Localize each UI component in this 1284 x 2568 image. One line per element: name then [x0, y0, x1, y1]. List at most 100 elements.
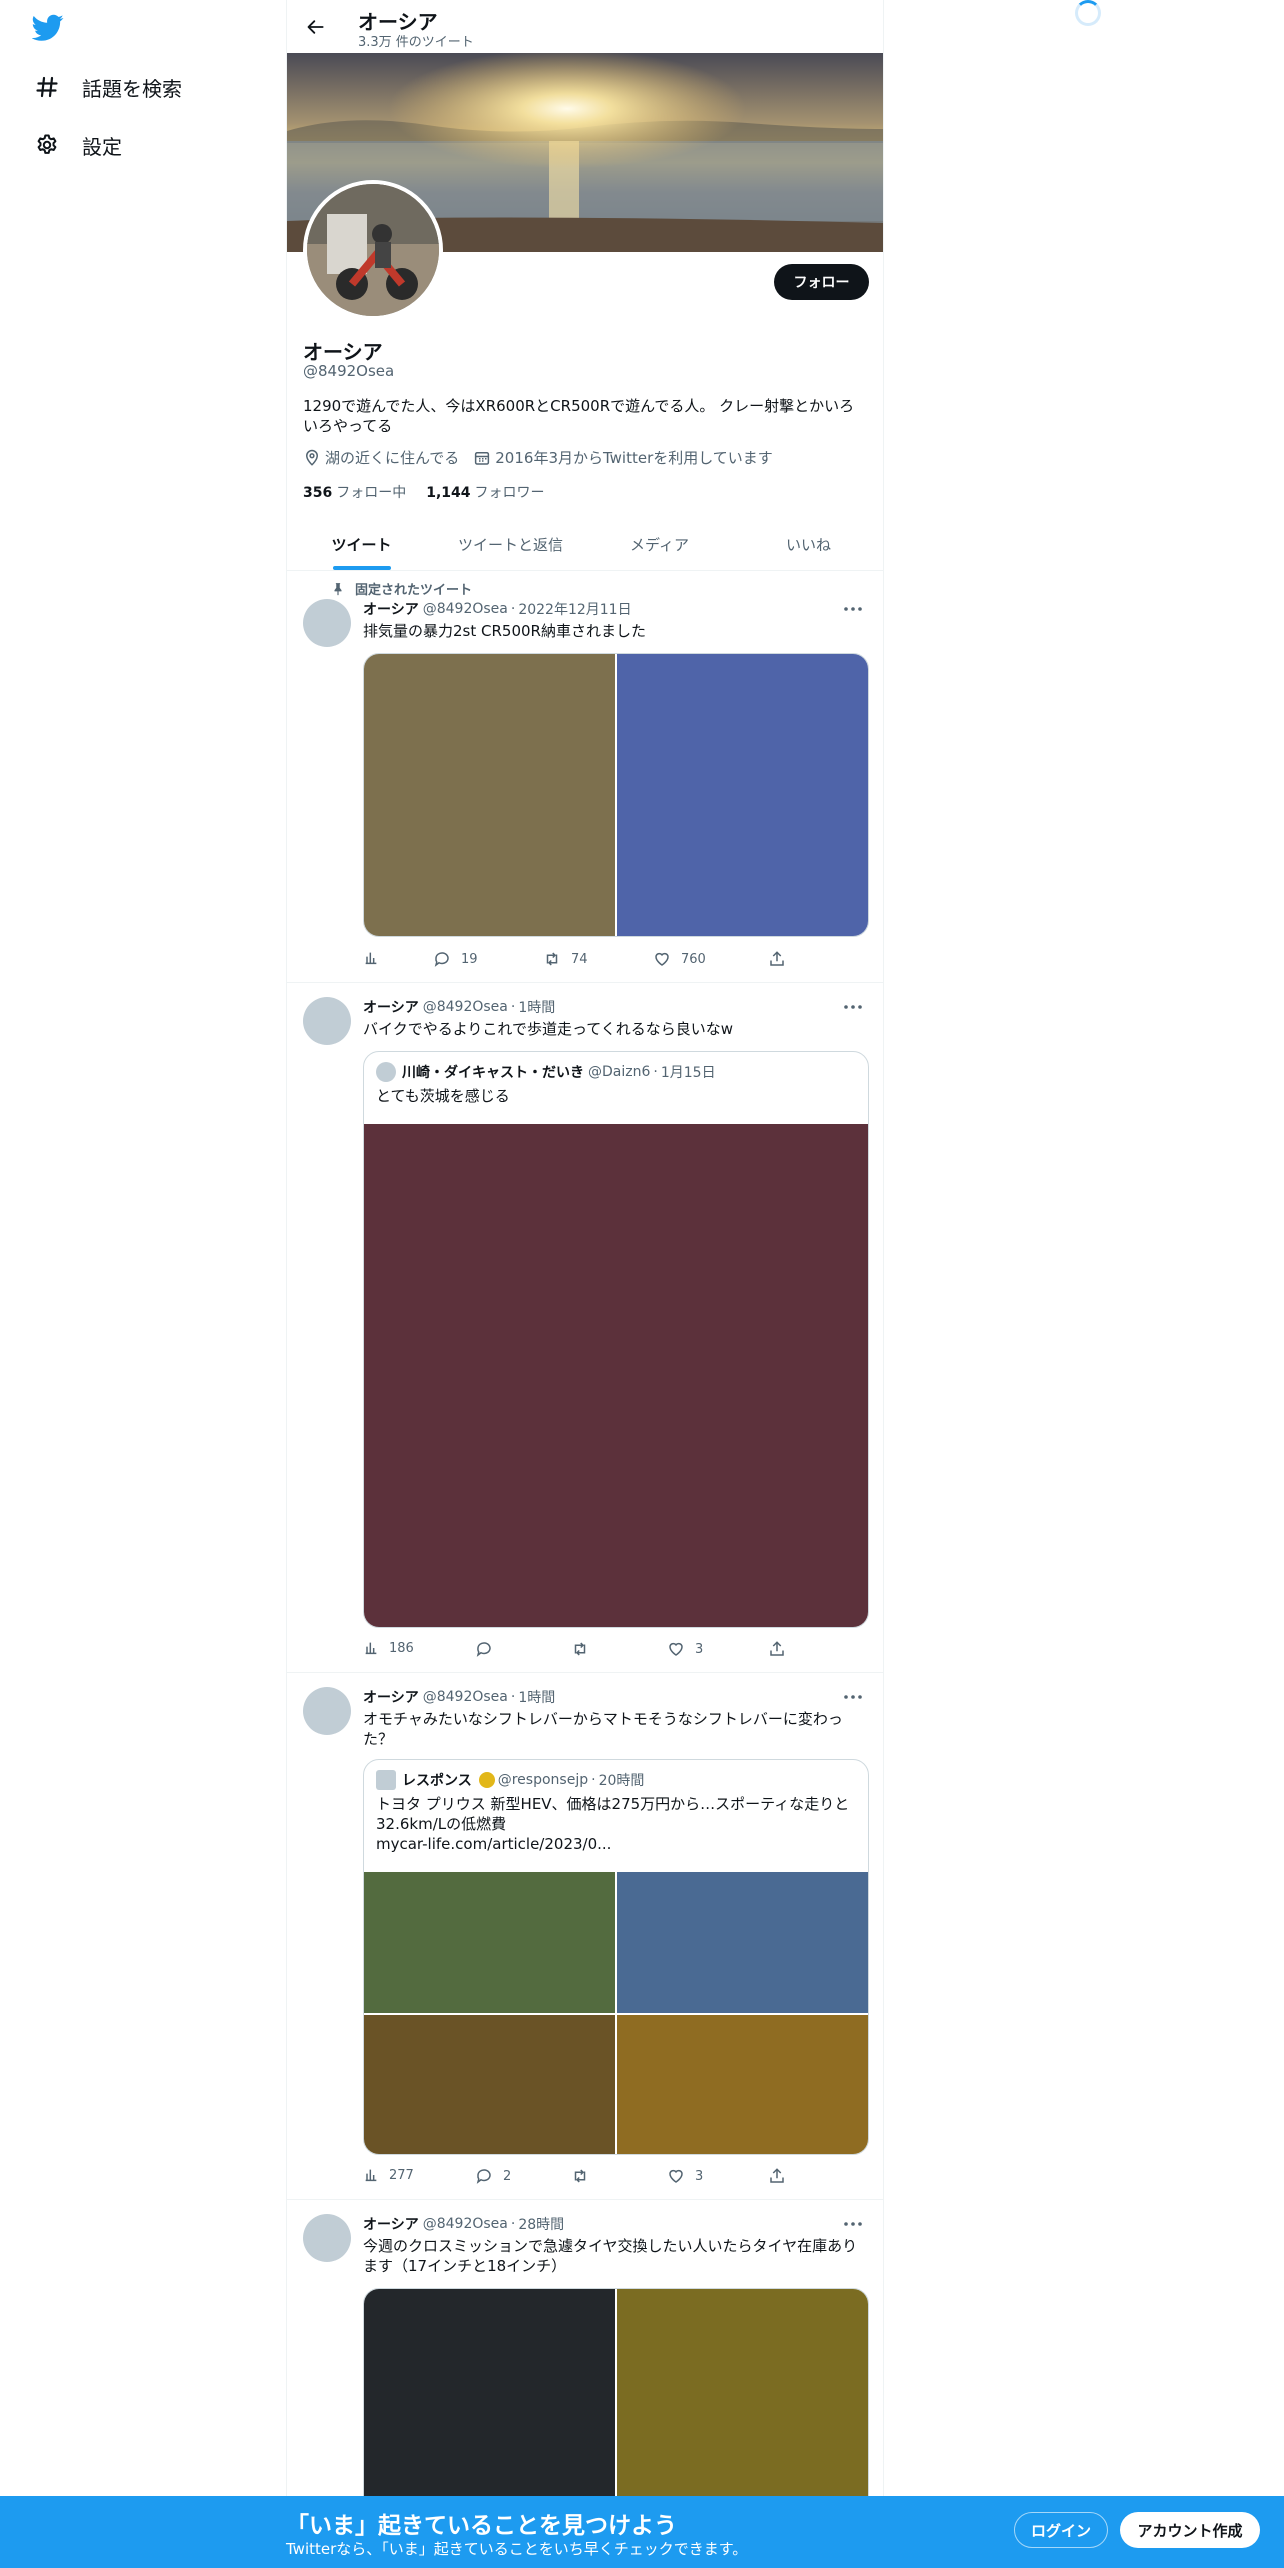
followers-stat[interactable]: 1,144 フォロワー: [426, 482, 544, 502]
quote-author-handle: @Daizn6: [588, 1064, 651, 1080]
profile-joined-text: 2016年3月からTwitterを利用しています: [495, 449, 773, 467]
quote-author-handle: @responsejp: [497, 1772, 589, 1788]
retweet-action[interactable]: 74: [543, 950, 588, 968]
avatar[interactable]: [303, 599, 351, 647]
verified-badge-icon: [478, 1772, 495, 1788]
like-action[interactable]: 3: [667, 1640, 703, 1658]
twitter-bird-icon[interactable]: [31, 14, 64, 42]
create-account-button[interactable]: アカウント作成: [1120, 2512, 1260, 2548]
quote-media-image[interactable]: [364, 2015, 615, 2154]
following-count: 356: [303, 485, 333, 501]
views-icon: [365, 1642, 377, 1655]
tweet-author-name[interactable]: オーシア: [363, 997, 419, 1017]
signup-banner-title: 「いま」起きていることを見つけよう: [286, 2513, 677, 2539]
profile-location: 湖の近くに住んでる: [303, 447, 459, 468]
quote-timestamp: 1月15日: [660, 1065, 716, 1081]
tweet-author-name[interactable]: オーシア: [363, 599, 419, 619]
tweet-author-name[interactable]: オーシア: [363, 2214, 419, 2234]
profile-bio: 1290で遊んでた人、今はXR600RとCR500Rで遊んでる人。 クレー射撃と…: [303, 397, 855, 435]
retweet-action[interactable]: [571, 2167, 599, 2185]
views-count: 186: [389, 1640, 414, 1656]
tweet[interactable]: 固定されたツイート オーシア @8492Osea · 2022年12月11日 排…: [287, 571, 883, 983]
profile-joined: 2016年3月からTwitterを利用しています: [473, 447, 773, 468]
reply-action[interactable]: 2: [475, 2167, 511, 2185]
nav-explore[interactable]: 話題を検索: [34, 62, 182, 112]
quoted-tweet[interactable]: 川崎・ダイキャスト・だいき @Daizn6 · 1月15日 とても茨城を感じる: [363, 1051, 869, 1628]
more-options-icon[interactable]: [841, 997, 865, 1017]
tab-tweets-and-replies[interactable]: ツイートと返信: [436, 518, 585, 570]
media-image[interactable]: [617, 654, 868, 936]
left-nav: 話題を検索 設定: [0, 0, 286, 2568]
tweet-timestamp[interactable]: 28時間: [518, 2214, 564, 2234]
tweet-media: [363, 653, 869, 937]
quote-header: 川崎・ダイキャスト・だいき @Daizn6 · 1月15日: [376, 1062, 716, 1082]
tweet-author-name[interactable]: オーシア: [363, 1687, 419, 1707]
profile-avatar[interactable]: [303, 180, 443, 320]
back-arrow-icon[interactable]: [303, 14, 329, 40]
header-tweet-count: 3.3万 件のツイート: [358, 35, 474, 50]
tweet-timestamp[interactable]: 1時間: [518, 1687, 555, 1707]
following-label: フォロー中: [336, 485, 407, 501]
quote-media-image[interactable]: [364, 1124, 868, 1627]
quote-author-name: レスポンス: [402, 1773, 472, 1789]
heart-icon: [655, 952, 669, 966]
tweet[interactable]: オーシア @8492Osea · 1時間 オモチャみたいなシフトレバーからマトモ…: [287, 1673, 883, 2200]
quote-text: とても茨城を感じる: [376, 1087, 510, 1105]
like-action[interactable]: 3: [667, 2167, 703, 2185]
avatar[interactable]: [303, 1687, 351, 1735]
location-pin-icon: [305, 449, 319, 466]
reply-action[interactable]: 19: [433, 950, 478, 968]
more-options-icon[interactable]: [841, 1687, 865, 1707]
tweet-timestamp[interactable]: 1時間: [518, 997, 555, 1017]
share-action[interactable]: [768, 2167, 796, 2185]
separator-dot: ·: [510, 601, 516, 617]
following-stat[interactable]: 356 フォロー中: [303, 482, 406, 502]
views-action[interactable]: 277: [363, 2167, 414, 2183]
tweet-author-handle[interactable]: @8492Osea: [423, 601, 508, 617]
quoted-tweet[interactable]: レスポンス @responsejp · 20時間 トヨタ プリウス 新型HEV、…: [363, 1759, 869, 2155]
reply-action[interactable]: [475, 1640, 503, 1658]
avatar[interactable]: [303, 2214, 351, 2262]
profile-stats: 356 フォロー中 1,144 フォロワー: [303, 482, 565, 502]
tab-likes[interactable]: いいね: [734, 518, 883, 570]
tweet-author-handle[interactable]: @8492Osea: [423, 2216, 508, 2232]
tweet-header: オーシア @8492Osea · 1時間: [363, 997, 555, 1017]
more-options-icon[interactable]: [841, 599, 865, 619]
profile-tabs: ツイート ツイートと返信 メディア いいね: [287, 518, 883, 571]
avatar[interactable]: [303, 997, 351, 1045]
quote-text: トヨタ プリウス 新型HEV、価格は275万円から…スポーティな走りと32.6k…: [376, 1795, 850, 1833]
calendar-icon: [475, 451, 490, 465]
like-action[interactable]: 760: [653, 950, 706, 968]
share-icon: [770, 2168, 784, 2183]
share-action[interactable]: [768, 1640, 796, 1658]
separator-dot: ·: [510, 1689, 516, 1705]
like-count: 3: [695, 2168, 704, 2184]
quote-header: レスポンス @responsejp · 20時間: [376, 1770, 644, 1790]
tweet-author-handle[interactable]: @8492Osea: [423, 999, 508, 1015]
tweet-text: オモチャみたいなシフトレバーからマトモそうなシフトレバーに変わった？: [363, 1710, 843, 1748]
quote-media-image[interactable]: [364, 1872, 615, 2013]
heart-icon: [669, 1642, 683, 1656]
retweet-action[interactable]: [571, 1640, 599, 1658]
tweet-timestamp[interactable]: 2022年12月11日: [518, 599, 631, 619]
media-image[interactable]: [364, 654, 615, 936]
tweet[interactable]: オーシア @8492Osea · 1時間 バイクでやるよりこれで歩道走ってくれる…: [287, 983, 883, 1673]
views-action[interactable]: [363, 950, 389, 966]
quote-media-image[interactable]: [617, 2015, 868, 2154]
views-action[interactable]: 186: [363, 1640, 414, 1656]
tab-media[interactable]: メディア: [585, 518, 734, 570]
like-count: 760: [681, 951, 706, 967]
tweet-header: オーシア @8492Osea · 1時間: [363, 1687, 555, 1707]
signup-banner: 「いま」起きていることを見つけよう Twitterなら、「いま」起きていることを…: [0, 2496, 1284, 2568]
quote-media-image[interactable]: [617, 1872, 868, 2013]
login-button[interactable]: ログイン: [1014, 2512, 1108, 2548]
tweet-author-handle[interactable]: @8492Osea: [423, 1689, 508, 1705]
retweet-icon: [574, 1642, 586, 1656]
quote-link[interactable]: mycar-life.com/article/2023/0...: [376, 1834, 858, 1854]
views-icon: [365, 952, 377, 965]
share-action[interactable]: [768, 950, 796, 968]
follow-button[interactable]: フォロー: [774, 264, 869, 300]
nav-settings[interactable]: 設定: [34, 120, 122, 170]
more-options-icon[interactable]: [841, 2214, 865, 2234]
tab-tweets[interactable]: ツイート: [287, 518, 436, 570]
